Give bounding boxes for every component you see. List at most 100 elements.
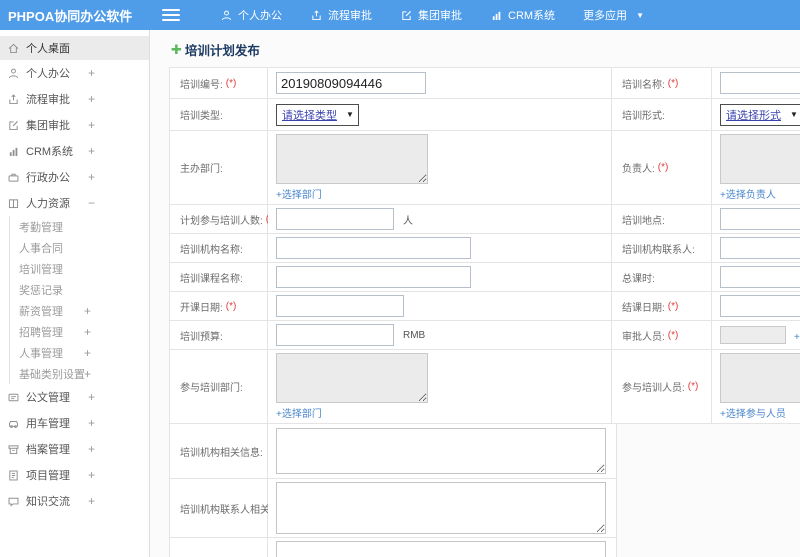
training-plan-form: 培训编号:(*)培训名称:(*)培训类型:请选择类型▼培训形式:请选择形式▼主办… xyxy=(169,67,800,557)
expand-icon[interactable]: + xyxy=(88,390,95,404)
field-label-text: 培训机构联系人: xyxy=(622,241,695,256)
sidebar-item-label: 用车管理 xyxy=(26,415,70,431)
car-icon xyxy=(7,417,20,430)
field-label-text: 培训编号: xyxy=(180,76,223,91)
training-type-select[interactable]: 请选择类型▼ xyxy=(276,104,359,126)
training-place-input[interactable] xyxy=(720,208,800,230)
sidebar-item-archive-mgmt[interactable]: 档案管理+ xyxy=(0,436,149,462)
sidebar-item-human-resources[interactable]: 人力资源− xyxy=(0,190,149,216)
expand-icon[interactable]: + xyxy=(88,66,95,80)
participating-people-label: 参与培训人员:(*) xyxy=(612,350,712,424)
training-requirements-textarea[interactable] xyxy=(276,541,606,557)
nav-label: 更多应用 xyxy=(583,7,627,23)
sidebar-item-label: 行政办公 xyxy=(26,169,70,185)
field-label-text: 培训机构名称: xyxy=(180,241,243,256)
sidebar-item-vehicle-mgmt[interactable]: 用车管理 + xyxy=(0,410,149,436)
field-label-text: 培训预算: xyxy=(180,328,223,343)
expand-icon[interactable]: + xyxy=(88,118,95,132)
sidebar-item-crm-system[interactable]: CRM系统+ xyxy=(0,138,149,164)
person-in-charge-picker-link[interactable]: +选择负责人 xyxy=(720,186,776,201)
sidebar-item-attendance-mgmt[interactable]: 考勤管理 xyxy=(0,216,149,237)
participating-people-textarea[interactable] xyxy=(720,353,800,403)
nav-more-apps[interactable]: 更多应用 ▼ xyxy=(583,7,644,23)
training-type-field: 请选择类型▼ xyxy=(268,99,612,131)
participating-people-picker-link[interactable]: +选择参与人员 xyxy=(720,405,786,420)
approver-input[interactable] xyxy=(720,326,786,344)
top-bar: PHPOA协同办公软件 个人办公 流程审批 集团审批 CRM系统 更多应用 ▼ xyxy=(0,0,800,30)
training-requirements-label: 培训要求: xyxy=(170,538,268,557)
person-in-charge-textarea[interactable] xyxy=(720,134,800,184)
training-type-label: 培训类型: xyxy=(170,99,268,131)
training-name-input[interactable] xyxy=(720,72,800,94)
nav-workflow-approval[interactable]: 流程审批 xyxy=(310,7,372,23)
org-name-label: 培训机构名称: xyxy=(170,234,268,263)
menu-icon[interactable] xyxy=(162,6,180,24)
nav-label: 流程审批 xyxy=(328,7,372,23)
org-contact-related-info-field xyxy=(268,479,617,538)
expand-icon[interactable]: + xyxy=(84,325,91,339)
start-date-input[interactable] xyxy=(276,295,404,317)
sidebar-item-personal-office[interactable]: 个人办公+ xyxy=(0,60,149,86)
expand-icon[interactable]: + xyxy=(84,367,91,381)
sidebar-item-training-mgmt[interactable]: 培训管理 xyxy=(0,258,149,279)
training-no-field xyxy=(268,68,612,99)
org-contact-related-info-label: 培训机构联系人相关信息: xyxy=(170,479,268,538)
course-name-field xyxy=(268,263,612,292)
sidebar-item-admin-office[interactable]: 行政办公 + xyxy=(0,164,149,190)
field-label-text: 培训机构相关信息: xyxy=(180,444,263,459)
sidebar-item-reward-punishment[interactable]: 奖惩记录 xyxy=(0,279,149,300)
expand-icon[interactable]: + xyxy=(88,442,95,456)
org-name-input[interactable] xyxy=(276,237,471,259)
host-department-field: +选择部门 xyxy=(268,131,612,205)
expand-icon[interactable]: + xyxy=(84,346,91,360)
sidebar-item-salary-mgmt[interactable]: 薪资管理+ xyxy=(0,300,149,321)
required-marker: (*) xyxy=(688,381,699,392)
sidebar-item-label: 知识交流 xyxy=(26,493,70,509)
participating-departments-picker-link[interactable]: +选择部门 xyxy=(276,405,322,420)
expand-icon[interactable]: + xyxy=(88,494,95,508)
field-label-text: 培训形式: xyxy=(622,107,665,122)
sidebar-item-recruit-mgmt[interactable]: 招聘管理+ xyxy=(0,321,149,342)
nav-crm-system[interactable]: CRM系统 xyxy=(490,7,555,23)
expand-icon[interactable]: + xyxy=(88,92,95,106)
bar-chart-icon xyxy=(490,9,503,22)
host-department-picker-link[interactable]: +选择部门 xyxy=(276,186,322,201)
expand-icon[interactable]: + xyxy=(88,468,95,482)
sidebar-item-hr-contract[interactable]: 人事合同 xyxy=(0,237,149,258)
participating-departments-textarea[interactable] xyxy=(276,353,428,403)
org-contact-related-info-textarea[interactable] xyxy=(276,482,606,534)
sidebar-item-personal-desktop[interactable]: 个人桌面 xyxy=(0,36,149,60)
expand-icon[interactable]: + xyxy=(88,416,95,430)
nav-personal-office[interactable]: 个人办公 xyxy=(220,7,282,23)
sidebar-item-label: 基础类别设置 xyxy=(19,366,85,382)
page-title: ✚ 培训计划发布 xyxy=(171,40,800,59)
expand-icon[interactable]: + xyxy=(84,304,91,318)
end-date-input[interactable] xyxy=(720,295,800,317)
total-hours-input[interactable] xyxy=(720,266,800,288)
training-requirements-field xyxy=(268,538,617,557)
sidebar-item-knowledge-exchange[interactable]: 知识交流 + xyxy=(0,488,149,514)
sidebar-item-group-approval[interactable]: 集团审批+ xyxy=(0,112,149,138)
collapse-icon[interactable]: − xyxy=(88,196,95,210)
sidebar-item-document-mgmt[interactable]: 公文管理+ xyxy=(0,384,149,410)
required-marker: (*) xyxy=(668,301,679,312)
sidebar-item-workflow-approval[interactable]: 流程审批+ xyxy=(0,86,149,112)
training-form-select[interactable]: 请选择形式▼ xyxy=(720,104,800,126)
planned-participants-input[interactable] xyxy=(276,208,394,230)
sidebar-item-base-category-settings[interactable]: 基础类别设置+ xyxy=(0,363,149,384)
sidebar-item-personnel-mgmt[interactable]: 人事管理+ xyxy=(0,342,149,363)
org-contact-input[interactable] xyxy=(720,237,800,259)
training-budget-input[interactable] xyxy=(276,324,394,346)
expand-icon[interactable]: + xyxy=(88,144,95,158)
course-name-input[interactable] xyxy=(276,266,471,288)
expand-icon[interactable]: + xyxy=(88,170,95,184)
home-icon xyxy=(7,42,20,55)
host-department-textarea[interactable] xyxy=(276,134,428,184)
sidebar-item-project-mgmt[interactable]: 项目管理+ xyxy=(0,462,149,488)
training-no-input[interactable] xyxy=(276,72,426,94)
org-related-info-label: 培训机构相关信息: xyxy=(170,424,268,479)
approver-picker-link[interactable]: +选择审批人员 xyxy=(794,328,800,343)
nav-group-approval[interactable]: 集团审批 xyxy=(400,7,462,23)
org-related-info-textarea[interactable] xyxy=(276,428,606,474)
planned-participants-label: 计划参与培训人数:(*) xyxy=(170,205,268,234)
